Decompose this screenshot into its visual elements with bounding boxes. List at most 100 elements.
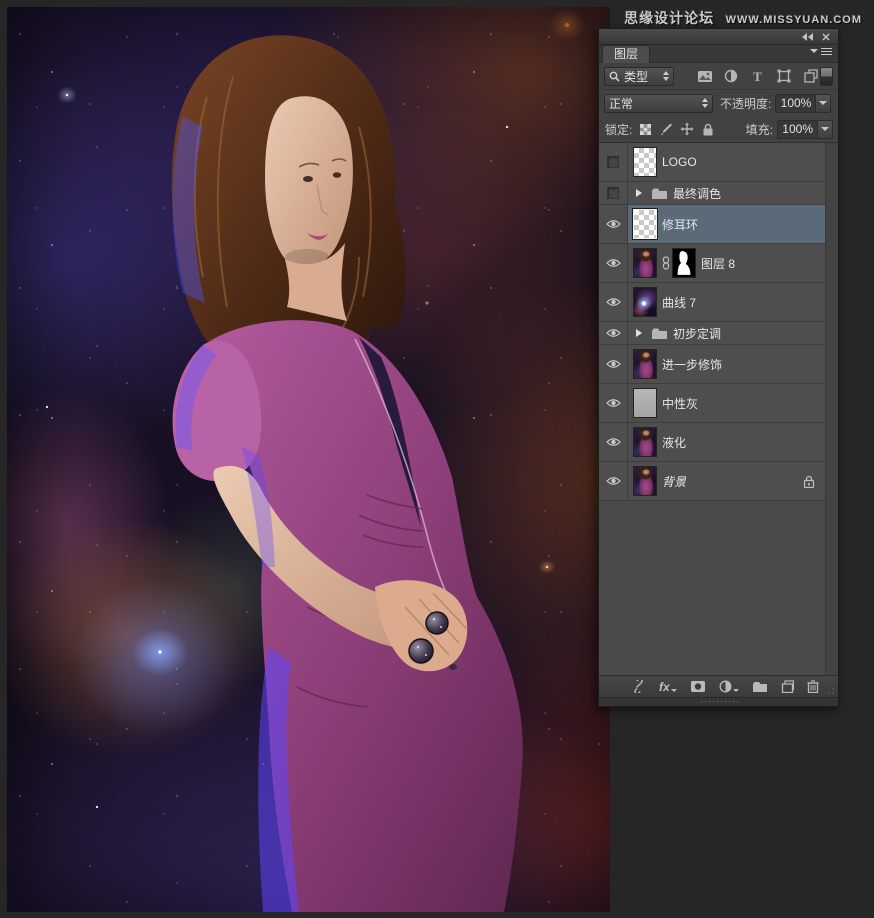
filter-kind-select[interactable]: 类型	[604, 67, 674, 86]
layer-thumbnail[interactable]	[633, 466, 657, 496]
filter-switch[interactable]	[820, 67, 833, 86]
visibility-toggle[interactable]	[599, 423, 628, 461]
collapse-panel-icon[interactable]	[802, 33, 813, 41]
panel-resize-grip[interactable]	[823, 683, 836, 696]
filter-adjustment-layers-icon[interactable]	[722, 67, 741, 86]
layer-thumbnail[interactable]	[633, 388, 657, 418]
layer-name: 初步定调	[673, 325, 721, 342]
new-group-icon[interactable]	[752, 681, 768, 693]
layer-row-content[interactable]: 修耳环	[628, 205, 825, 243]
mask-group	[662, 248, 696, 278]
eye-icon	[606, 328, 621, 338]
layer-thumbnail[interactable]	[633, 248, 657, 278]
layer-row[interactable]: 图层 8	[599, 244, 825, 283]
close-panel-icon[interactable]	[822, 33, 830, 41]
opacity-label: 不透明度:	[720, 95, 771, 112]
link-layers-icon[interactable]	[631, 680, 646, 693]
visibility-toggle[interactable]	[599, 205, 628, 243]
blend-row: 正常 不透明度: 100%	[599, 90, 838, 116]
watermark-site-url: WWW.MISSYUAN.COM	[726, 14, 862, 26]
layer-thumbnail[interactable]	[633, 147, 657, 177]
new-layer-icon[interactable]	[781, 680, 794, 693]
layer-row[interactable]: 中性灰	[599, 384, 825, 423]
folder-icon	[651, 327, 668, 340]
photoshop-workspace: 思缘设计论坛 WWW.MISSYUAN.COM 图层 类型	[0, 0, 874, 918]
layer-row[interactable]: LOGO	[599, 143, 825, 182]
opacity-value[interactable]: 100%	[775, 94, 816, 113]
layer-thumbnail[interactable]	[633, 349, 657, 379]
layer-row-content[interactable]: 最终调色	[628, 182, 825, 204]
layer-styles-icon[interactable]: fx	[659, 681, 677, 693]
lock-all-icon[interactable]	[700, 121, 716, 137]
visibility-toggle[interactable]	[599, 182, 628, 204]
visibility-toggle[interactable]	[599, 345, 628, 383]
layer-thumbnail[interactable]	[633, 209, 657, 239]
tab-layers[interactable]: 图层	[602, 45, 650, 63]
visibility-toggle[interactable]	[599, 283, 628, 321]
visibility-toggle[interactable]	[599, 143, 628, 181]
lock-position-icon[interactable]	[679, 121, 695, 137]
visibility-toggle[interactable]	[599, 384, 628, 422]
link-icon	[662, 256, 670, 270]
layer-row-content[interactable]: 初步定调	[628, 322, 825, 344]
add-layer-mask-icon[interactable]	[690, 680, 706, 693]
panel-toolbar: fx	[599, 675, 838, 697]
filter-kind-value: 类型	[624, 68, 648, 85]
fill-dropdown-icon[interactable]	[818, 120, 833, 139]
layer-thumbnail[interactable]	[633, 287, 657, 317]
fill-value[interactable]: 100%	[777, 120, 818, 139]
layer-row[interactable]: 初步定调	[599, 322, 825, 345]
updown-arrows-icon	[663, 71, 669, 81]
expand-triangle-icon[interactable]	[636, 329, 642, 337]
lock-image-pixels-icon[interactable]	[658, 121, 674, 137]
svg-text:T: T	[753, 70, 762, 83]
layer-name: LOGO	[662, 155, 697, 169]
layer-thumbnail[interactable]	[633, 427, 657, 457]
layer-row[interactable]: 背景	[599, 462, 825, 501]
lock-label: 锁定:	[605, 121, 632, 138]
panel-menu-icon[interactable]	[810, 49, 832, 53]
eye-icon	[606, 359, 621, 369]
new-adjustment-layer-icon[interactable]	[719, 680, 739, 693]
expand-triangle-icon[interactable]	[636, 189, 642, 197]
delete-layer-icon[interactable]	[807, 680, 819, 693]
canvas-photo	[7, 7, 610, 912]
layer-row[interactable]: 液化	[599, 423, 825, 462]
filter-pixel-layers-icon[interactable]	[695, 67, 714, 86]
layer-row[interactable]: 曲线 7	[599, 283, 825, 322]
layer-row[interactable]: 修耳环	[599, 205, 825, 244]
filter-shape-layers-icon[interactable]	[774, 67, 793, 86]
panel-tab-bar: 图层	[599, 45, 838, 63]
visibility-toggle[interactable]	[599, 322, 628, 344]
filter-smart-objects-icon[interactable]	[801, 67, 820, 86]
layer-name: 背景	[662, 473, 686, 490]
updown-arrows-icon	[702, 98, 708, 108]
visibility-toggle[interactable]	[599, 244, 628, 282]
blend-mode-select[interactable]: 正常	[604, 94, 713, 113]
panel-drag-handle[interactable]	[700, 700, 738, 704]
panel-bottom-edge	[599, 697, 838, 706]
visibility-empty-box	[607, 187, 619, 199]
layer-mask-thumbnail[interactable]	[672, 248, 696, 278]
layer-row[interactable]: 进一步修饰	[599, 345, 825, 384]
eye-icon	[606, 437, 621, 447]
layer-row-content[interactable]: 曲线 7	[628, 283, 825, 321]
visibility-toggle[interactable]	[599, 462, 628, 500]
layer-row-content[interactable]: 中性灰	[628, 384, 825, 422]
layer-name: 液化	[662, 434, 686, 451]
layer-row-content[interactable]: 图层 8	[628, 244, 825, 282]
layer-name: 进一步修饰	[662, 356, 722, 373]
lock-transparent-pixels-icon[interactable]	[637, 121, 653, 137]
layer-row-content[interactable]: 进一步修饰	[628, 345, 825, 383]
filter-row: 类型 T	[599, 63, 838, 90]
opacity-dropdown-icon[interactable]	[816, 94, 831, 113]
filter-type-layers-icon[interactable]: T	[748, 67, 767, 86]
layer-row-content[interactable]: LOGO	[628, 143, 825, 181]
folder-icon	[651, 187, 668, 200]
layer-row-content[interactable]: 背景	[628, 462, 825, 500]
eye-icon	[606, 297, 621, 307]
watermark-site-name: 思缘设计论坛	[624, 10, 714, 26]
layer-row[interactable]: 最终调色	[599, 182, 825, 205]
scrollbar-gutter[interactable]	[825, 143, 838, 675]
layer-row-content[interactable]: 液化	[628, 423, 825, 461]
